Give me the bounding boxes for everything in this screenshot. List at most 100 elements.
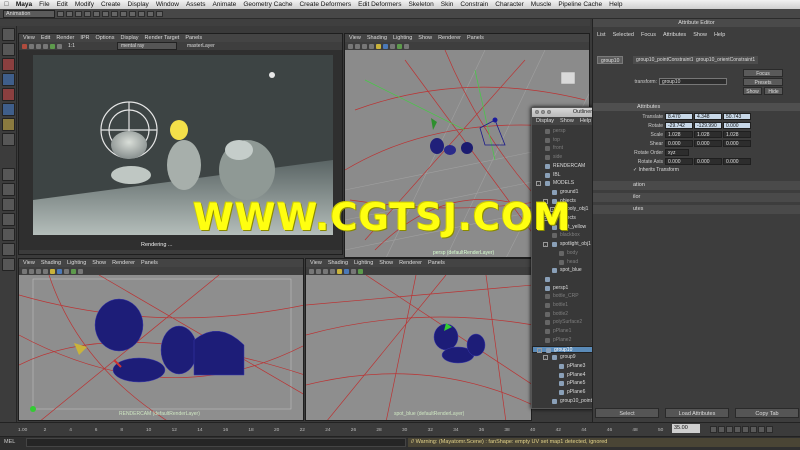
play-forwards-icon[interactable] bbox=[742, 425, 749, 433]
smooth-icon[interactable] bbox=[330, 268, 335, 274]
outliner-menu-display[interactable]: Display bbox=[536, 118, 554, 124]
shadow-icon[interactable] bbox=[344, 268, 349, 274]
attr-value-field[interactable]: 1.028 bbox=[694, 131, 722, 138]
snapshot-icon[interactable] bbox=[36, 43, 41, 49]
xray-icon[interactable] bbox=[351, 268, 356, 274]
menu-assets[interactable]: Assets bbox=[186, 1, 206, 8]
attr-value-field[interactable]: 0.000 bbox=[665, 158, 693, 165]
smooth-icon[interactable] bbox=[43, 268, 48, 274]
paint-select-icon[interactable] bbox=[1, 58, 15, 71]
inherits-transform-checkbox[interactable]: ✓ Inherits Transform bbox=[633, 167, 679, 173]
mel-label[interactable]: MEL bbox=[4, 439, 15, 445]
spot-blue-viewport[interactable]: View Shading Lighting Show Renderer Panels sp… bbox=[305, 258, 532, 421]
snap-curve-icon[interactable] bbox=[120, 10, 127, 17]
focus-button[interactable]: Focus bbox=[743, 69, 783, 77]
menu-skin[interactable]: Skin bbox=[441, 1, 454, 8]
attr-copy-tab-button[interactable]: Copy Tab bbox=[735, 408, 799, 418]
layout-two-icon[interactable] bbox=[1, 198, 15, 211]
attr-value-field[interactable]: 0.000 bbox=[723, 140, 751, 147]
xray-icon[interactable] bbox=[390, 43, 395, 49]
panel-menu-shading[interactable]: Shading bbox=[367, 35, 387, 41]
menu-pipeline-cache[interactable]: Pipeline Cache bbox=[558, 1, 602, 8]
panel-menu-display[interactable]: Display bbox=[121, 35, 139, 41]
menu-window[interactable]: Window bbox=[156, 1, 179, 8]
panel-menu-panels[interactable]: Panels bbox=[141, 260, 158, 266]
transform-name-field[interactable]: group10 bbox=[659, 78, 727, 85]
snap-point-icon[interactable] bbox=[129, 10, 136, 17]
attributes-section-header[interactable]: Attributes bbox=[593, 103, 800, 111]
new-scene-icon[interactable] bbox=[57, 10, 64, 17]
mode-selector[interactable]: Animation bbox=[3, 9, 55, 18]
select-component-icon[interactable] bbox=[102, 10, 109, 17]
collapsed-section[interactable]: ation bbox=[593, 181, 800, 190]
camera-icon[interactable] bbox=[22, 268, 27, 274]
layout-single-icon[interactable] bbox=[1, 168, 15, 181]
attr-value-field[interactable]: 0.000 bbox=[694, 158, 722, 165]
attr-tab[interactable]: group10_orientConstraint1 bbox=[693, 56, 759, 64]
expand-toggle-icon[interactable]: - bbox=[543, 355, 548, 361]
step-back-icon[interactable] bbox=[718, 425, 725, 433]
menu-file[interactable]: File bbox=[39, 1, 49, 8]
save-scene-icon[interactable] bbox=[75, 10, 82, 17]
panel-menu-renderer[interactable]: Renderer bbox=[438, 35, 461, 41]
panel-menu-panels[interactable]: Panels bbox=[185, 35, 202, 41]
panel-menu-show[interactable]: Show bbox=[418, 35, 432, 41]
wireframe-icon[interactable] bbox=[36, 268, 41, 274]
menu-skeleton[interactable]: Skeleton bbox=[408, 1, 433, 8]
menu-help[interactable]: Help bbox=[609, 1, 622, 8]
panel-menu-panels[interactable]: Panels bbox=[467, 35, 484, 41]
outliner-menu-show[interactable]: Show bbox=[560, 118, 574, 124]
camera-icon[interactable] bbox=[309, 268, 314, 274]
collapsed-section[interactable]: ilor bbox=[593, 193, 800, 202]
panel-menu-lighting[interactable]: Lighting bbox=[393, 35, 412, 41]
layout-four-icon[interactable] bbox=[1, 183, 15, 196]
menu-animate[interactable]: Animate bbox=[212, 1, 236, 8]
panel-menu-view[interactable]: View bbox=[310, 260, 322, 266]
last-tool-icon[interactable] bbox=[1, 133, 15, 146]
step-back-key-icon[interactable] bbox=[726, 425, 733, 433]
menu-edit-deformers[interactable]: Edit Deformers bbox=[358, 1, 401, 8]
select-hierarchy-icon[interactable] bbox=[84, 10, 91, 17]
panel-menu-render[interactable]: Render bbox=[56, 35, 74, 41]
menu-display[interactable]: Display bbox=[128, 1, 149, 8]
attr-tab[interactable]: group10_pointConstraint1 bbox=[633, 56, 697, 64]
xray-icon[interactable] bbox=[64, 268, 69, 274]
panel-menu-options[interactable]: Options bbox=[96, 35, 115, 41]
attr-value-field[interactable]: -129.990 bbox=[694, 122, 722, 129]
attr-menu-help[interactable]: Help bbox=[714, 32, 725, 38]
close-icon[interactable] bbox=[535, 110, 539, 114]
menu-modify[interactable]: Modify bbox=[75, 1, 94, 8]
outliner-menu-help[interactable]: Help bbox=[580, 118, 591, 124]
select-tool-icon[interactable] bbox=[1, 28, 15, 41]
menu-geometry-cache[interactable]: Geometry Cache bbox=[243, 1, 292, 8]
go-to-end-icon[interactable] bbox=[766, 425, 773, 433]
collapsed-section[interactable]: utes bbox=[593, 205, 800, 214]
render-region-icon[interactable] bbox=[29, 43, 34, 49]
smooth-icon[interactable] bbox=[369, 43, 374, 49]
expand-toggle-icon[interactable]: - bbox=[537, 347, 542, 353]
command-input[interactable] bbox=[26, 438, 406, 447]
panel-menu-panels[interactable]: Panels bbox=[428, 260, 445, 266]
wireframe-icon[interactable] bbox=[362, 43, 367, 49]
render-icon[interactable] bbox=[138, 10, 145, 17]
panel-menu-ipr[interactable]: IPR bbox=[80, 35, 89, 41]
panel-menu-show[interactable]: Show bbox=[379, 260, 393, 266]
show-button[interactable]: Show bbox=[743, 87, 762, 95]
redo-render-icon[interactable] bbox=[22, 43, 27, 49]
attr-value-field[interactable]: 0.000 bbox=[665, 140, 693, 147]
shadow-icon[interactable] bbox=[383, 43, 388, 49]
menu-muscle[interactable]: Muscle bbox=[531, 1, 552, 8]
attr-tab[interactable]: group10 bbox=[597, 56, 624, 64]
open-scene-icon[interactable] bbox=[66, 10, 73, 17]
viewcube-icon[interactable] bbox=[560, 71, 576, 85]
manipulator-icon[interactable] bbox=[1, 118, 15, 131]
attr-menu-show[interactable]: Show bbox=[693, 32, 707, 38]
grid-icon[interactable] bbox=[316, 268, 321, 274]
ipr-render-icon[interactable] bbox=[147, 10, 154, 17]
attr-value-field[interactable]: 8.470 bbox=[665, 113, 693, 120]
app-name[interactable]: Maya bbox=[16, 1, 32, 8]
lasso-tool-icon[interactable] bbox=[1, 43, 15, 56]
renderer-select[interactable]: mental ray bbox=[116, 42, 177, 50]
ipr-icon[interactable] bbox=[43, 43, 48, 49]
layout-graph-icon[interactable] bbox=[1, 228, 15, 241]
